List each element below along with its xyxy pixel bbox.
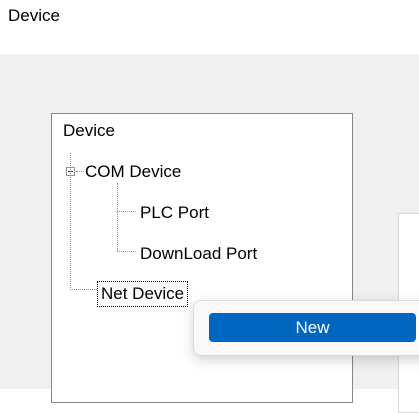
tree-branch-line-net-device (70, 289, 97, 290)
tree-branch-line-download-port (117, 251, 136, 252)
tree-item-com-device[interactable]: COM Device (85, 162, 181, 182)
tree-root-label[interactable]: Device (63, 121, 115, 141)
tree-branch-line-plc-port (117, 211, 136, 212)
menu-item-new[interactable]: New (209, 313, 416, 342)
window-title: Device (8, 6, 60, 25)
context-menu: New (193, 300, 419, 356)
tree-branch-line-root (70, 153, 71, 290)
tree-item-plc-port[interactable]: PLC Port (140, 203, 209, 223)
tree-item-net-device[interactable]: Net Device (97, 281, 189, 307)
tree-branch-line-com-device (76, 171, 84, 172)
tree-branch-line-com-children (117, 183, 118, 251)
tree-item-download-port[interactable]: DownLoad Port (140, 244, 257, 264)
